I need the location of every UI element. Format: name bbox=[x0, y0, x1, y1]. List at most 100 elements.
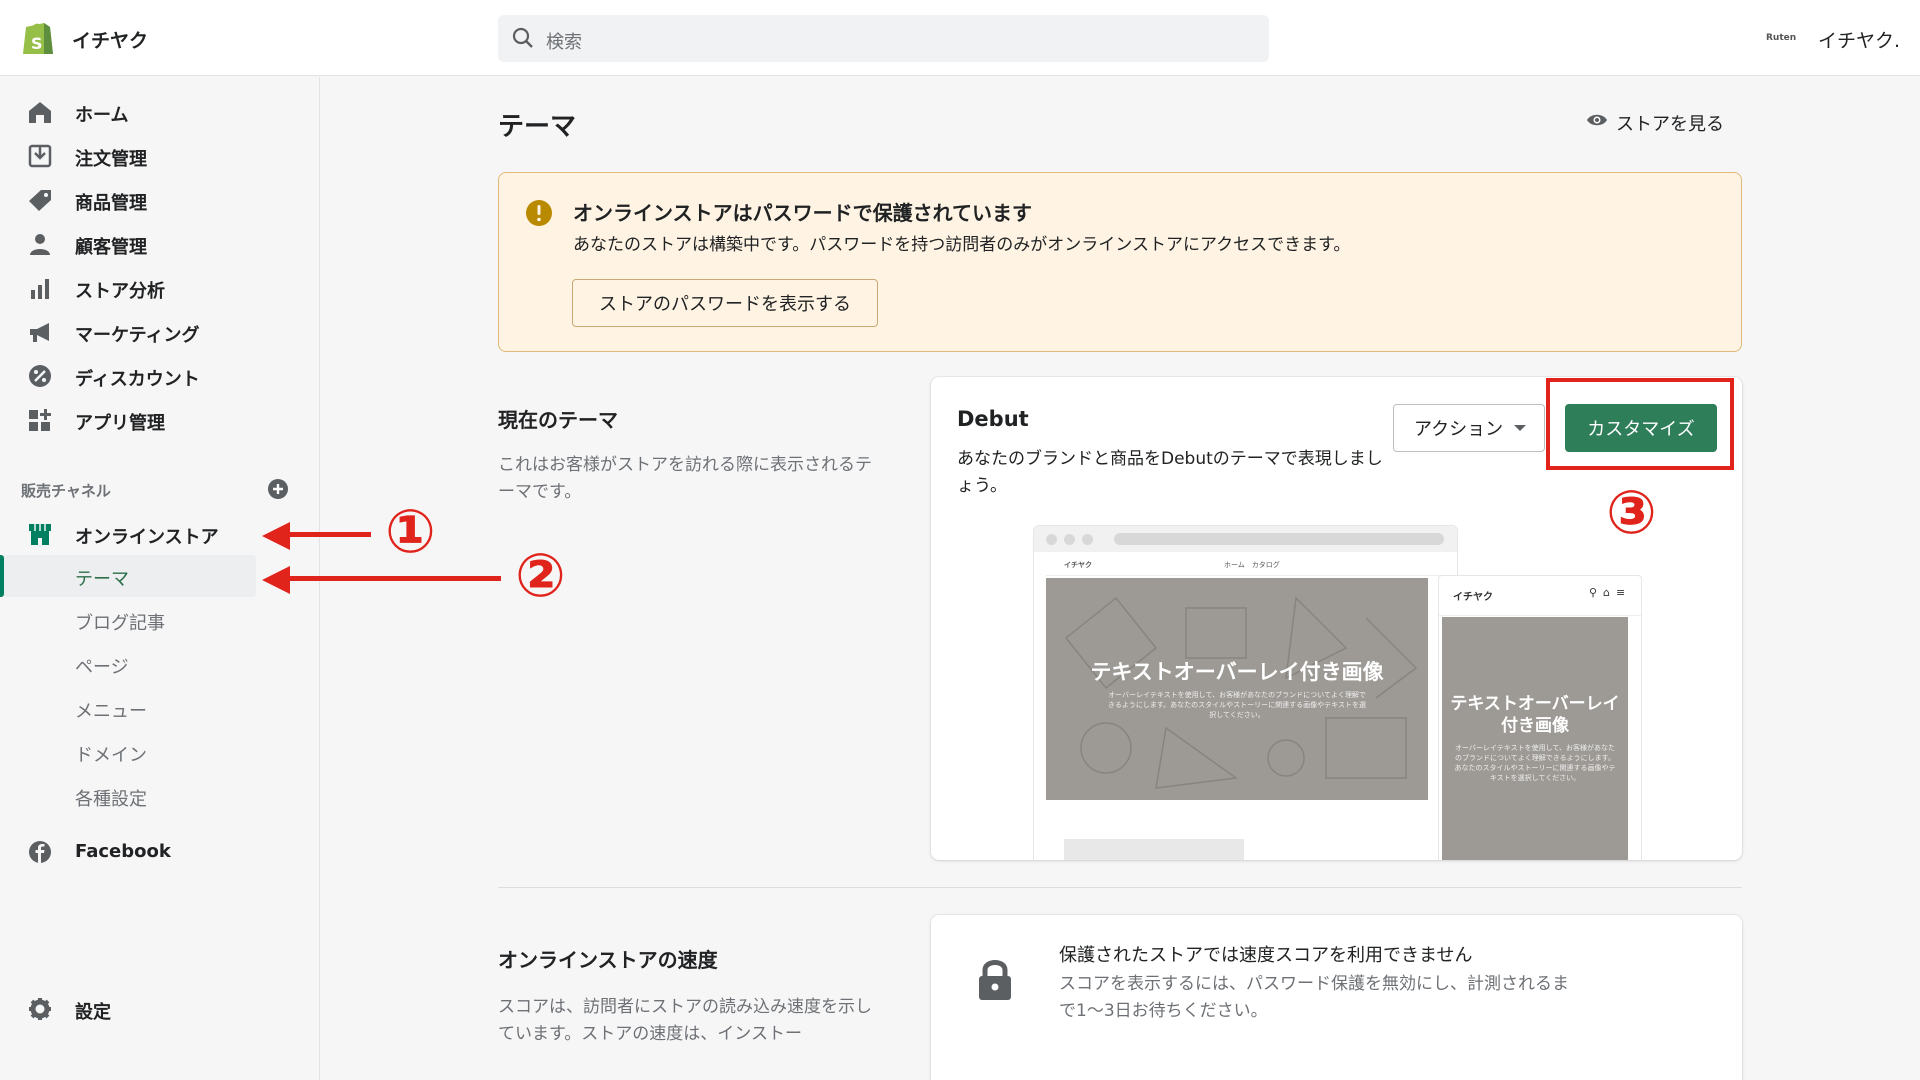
mobile-preview-store-name: イチヤク bbox=[1453, 592, 1493, 603]
sidebar-item-apps[interactable]: アプリ管理 bbox=[0, 400, 320, 440]
browser-dot bbox=[1064, 534, 1075, 545]
sidebar-item-label: ストア分析 bbox=[75, 281, 165, 302]
preview-store-name: イチヤク bbox=[1064, 561, 1092, 569]
caret-down-icon bbox=[1514, 425, 1526, 431]
arrow-1 bbox=[286, 532, 371, 537]
top-bar: S イチヤク 検索 Ruten イチヤク. bbox=[0, 0, 1920, 76]
sidebar-item-label: Facebook bbox=[75, 841, 171, 862]
sidebar-item-facebook[interactable]: Facebook bbox=[0, 832, 320, 872]
mobile-nav-icons: ⚲⌂≡ bbox=[1589, 586, 1632, 599]
speed-card-title: 保護されたストアでは速度スコアを利用できません bbox=[1059, 945, 1473, 966]
person-icon bbox=[30, 234, 50, 255]
orders-icon bbox=[28, 144, 52, 168]
account-name[interactable]: イチヤク. bbox=[1818, 26, 1900, 53]
sidebar-item-home[interactable]: ホーム bbox=[0, 92, 320, 132]
arrow-2 bbox=[286, 576, 501, 581]
sidebar-subitem-themes[interactable]: テーマ bbox=[0, 555, 256, 597]
store-icon bbox=[29, 524, 51, 545]
preview-hero-title: テキストオーバーレイ付き画像 bbox=[1090, 660, 1384, 684]
store-name: イチヤク bbox=[72, 30, 149, 52]
bar-chart-icon bbox=[31, 279, 49, 299]
hero-pattern bbox=[1064, 596, 1418, 789]
sidebar-subitem-pages[interactable]: ページ bbox=[0, 643, 256, 685]
gear-icon bbox=[29, 998, 51, 1020]
sidebar-item-settings[interactable]: 設定 bbox=[0, 989, 320, 1029]
sidebar-item-label: 顧客管理 bbox=[75, 237, 147, 258]
preview-hero-image: テキストオーバーレイ付き画像 オーバーレイテキストを使用して、お客様があなたのブ… bbox=[1046, 578, 1428, 800]
apps-icon bbox=[29, 409, 51, 431]
banner-text: あなたのストアは構築中です。パスワードを持つ訪問者のみがオンラインストアにアクセ… bbox=[573, 235, 1351, 255]
sidebar-item-label: ホーム bbox=[75, 105, 129, 126]
speed-card: 保護されたストアでは速度スコアを利用できません スコアを表示するには、パスワード… bbox=[931, 915, 1742, 1080]
show-password-button[interactable]: ストアのパスワードを表示する bbox=[572, 279, 878, 327]
view-store-label: ストアを見る bbox=[1616, 114, 1724, 135]
sidebar-item-label: 商品管理 bbox=[75, 193, 147, 214]
sidebar-subitem-preferences[interactable]: 各種設定 bbox=[0, 775, 256, 817]
sidebar-item-analytics[interactable]: ストア分析 bbox=[0, 268, 320, 308]
search-input[interactable]: 検索 bbox=[498, 15, 1269, 62]
highlight-box-customize bbox=[1546, 378, 1734, 470]
discount-icon bbox=[29, 365, 51, 387]
sidebar-item-orders[interactable]: 注文管理 bbox=[0, 136, 320, 176]
theme-name: Debut bbox=[957, 407, 1029, 431]
actions-label: アクション bbox=[1414, 419, 1504, 440]
password-banner: オンラインストアはパスワードで保護されています あなたのストアは構築中です。パス… bbox=[498, 172, 1742, 352]
search-placeholder: 検索 bbox=[546, 32, 582, 53]
sidebar-subitem-label: テーマ bbox=[75, 569, 129, 590]
sidebar-subitem-domains[interactable]: ドメイン bbox=[0, 731, 256, 773]
tag-icon bbox=[29, 190, 51, 211]
banner-title: オンラインストアはパスワードで保護されています bbox=[573, 201, 1032, 225]
mobile-hero-title: テキストオーバーレイ付き画像 bbox=[1450, 694, 1620, 736]
mobile-preview: イチヤク ⚲⌂≡ テキストオーバーレイ付き画像 オーバーレイテキストを使用して、… bbox=[1438, 575, 1642, 860]
mobile-preview-nav: イチヤク ⚲⌂≡ bbox=[1439, 576, 1641, 616]
current-theme-description: これはお客様がストアを訪れる際に表示されるテーマです。 bbox=[498, 455, 872, 502]
sidebar-subitem-label: メニュー bbox=[75, 701, 147, 722]
actions-dropdown[interactable]: アクション bbox=[1393, 404, 1545, 452]
warning-icon bbox=[526, 200, 552, 226]
browser-dot bbox=[1082, 534, 1093, 545]
sidebar-item-discounts[interactable]: ディスカウント bbox=[0, 356, 320, 396]
search-icon bbox=[512, 27, 533, 48]
sidebar-item-products[interactable]: 商品管理 bbox=[0, 180, 320, 220]
desktop-preview: イチヤク ホーム カタログ テキストオーバーレイ付き画像 オーバーレイテキストを… bbox=[1033, 525, 1458, 860]
preview-nav-links: ホーム カタログ bbox=[1224, 561, 1280, 569]
sidebar-subitem-navigation[interactable]: メニュー bbox=[0, 687, 256, 729]
preview-footer-block bbox=[1064, 839, 1244, 860]
browser-chrome bbox=[1034, 526, 1457, 552]
sidebar-subitem-label: ドメイン bbox=[75, 745, 147, 766]
svg-text:S: S bbox=[31, 34, 43, 53]
sales-channels-heading: 販売チャネル bbox=[21, 482, 111, 500]
sidebar-item-label: 設定 bbox=[75, 1002, 111, 1023]
home-icon bbox=[29, 102, 51, 123]
annotation-marker-3: ③ bbox=[1606, 478, 1657, 548]
mobile-hero-subtitle: オーバーレイテキストを使用して、お客様があなたのブランドについてよく理解できるよ… bbox=[1454, 744, 1616, 782]
lock-icon bbox=[979, 960, 1011, 1000]
speed-heading: オンラインストアの速度 bbox=[498, 948, 718, 972]
sidebar-item-label: オンラインストア bbox=[75, 527, 219, 548]
sidebar-item-marketing[interactable]: マーケティング bbox=[0, 312, 320, 352]
preview-hero-subtitle: オーバーレイテキストを使用して、お客様があなたのブランドについてよく理解できるよ… bbox=[1108, 691, 1366, 719]
mobile-preview-hero: テキストオーバーレイ付き画像 オーバーレイテキストを使用して、お客様があなたのブ… bbox=[1442, 617, 1628, 860]
section-divider bbox=[498, 887, 1742, 888]
account-logo[interactable]: Ruten bbox=[1766, 33, 1796, 43]
annotation-marker-2: ② bbox=[515, 541, 566, 611]
sidebar-item-customers[interactable]: 顧客管理 bbox=[0, 224, 320, 264]
sidebar-subitem-label: ブログ記事 bbox=[75, 613, 165, 634]
sidebar-subitem-blog-posts[interactable]: ブログ記事 bbox=[0, 599, 256, 641]
browser-url-bar bbox=[1114, 533, 1444, 545]
current-theme-heading: 現在のテーマ bbox=[498, 408, 618, 432]
theme-description: あなたのブランドと商品をDebutのテーマで表現しましょう。 bbox=[957, 449, 1383, 496]
view-store-link[interactable]: ストアを見る bbox=[1586, 110, 1724, 136]
sidebar-subitem-label: 各種設定 bbox=[75, 789, 147, 810]
facebook-icon bbox=[29, 841, 51, 863]
page-title: テーマ bbox=[498, 112, 577, 142]
sidebar-item-label: アプリ管理 bbox=[75, 413, 165, 434]
shopify-logo-icon[interactable]: S bbox=[20, 18, 54, 56]
sidebar-subitem-label: ページ bbox=[75, 657, 129, 678]
speed-card-text: スコアを表示するには、パスワード保護を無効にし、計測されるまで1〜3日お待ちくだ… bbox=[1059, 974, 1569, 1021]
sidebar-item-label: 注文管理 bbox=[75, 149, 147, 170]
add-channel-icon[interactable] bbox=[267, 478, 289, 500]
megaphone-icon bbox=[30, 323, 49, 342]
sidebar-item-label: ディスカウント bbox=[75, 369, 200, 390]
sidebar-item-label: マーケティング bbox=[75, 325, 200, 346]
